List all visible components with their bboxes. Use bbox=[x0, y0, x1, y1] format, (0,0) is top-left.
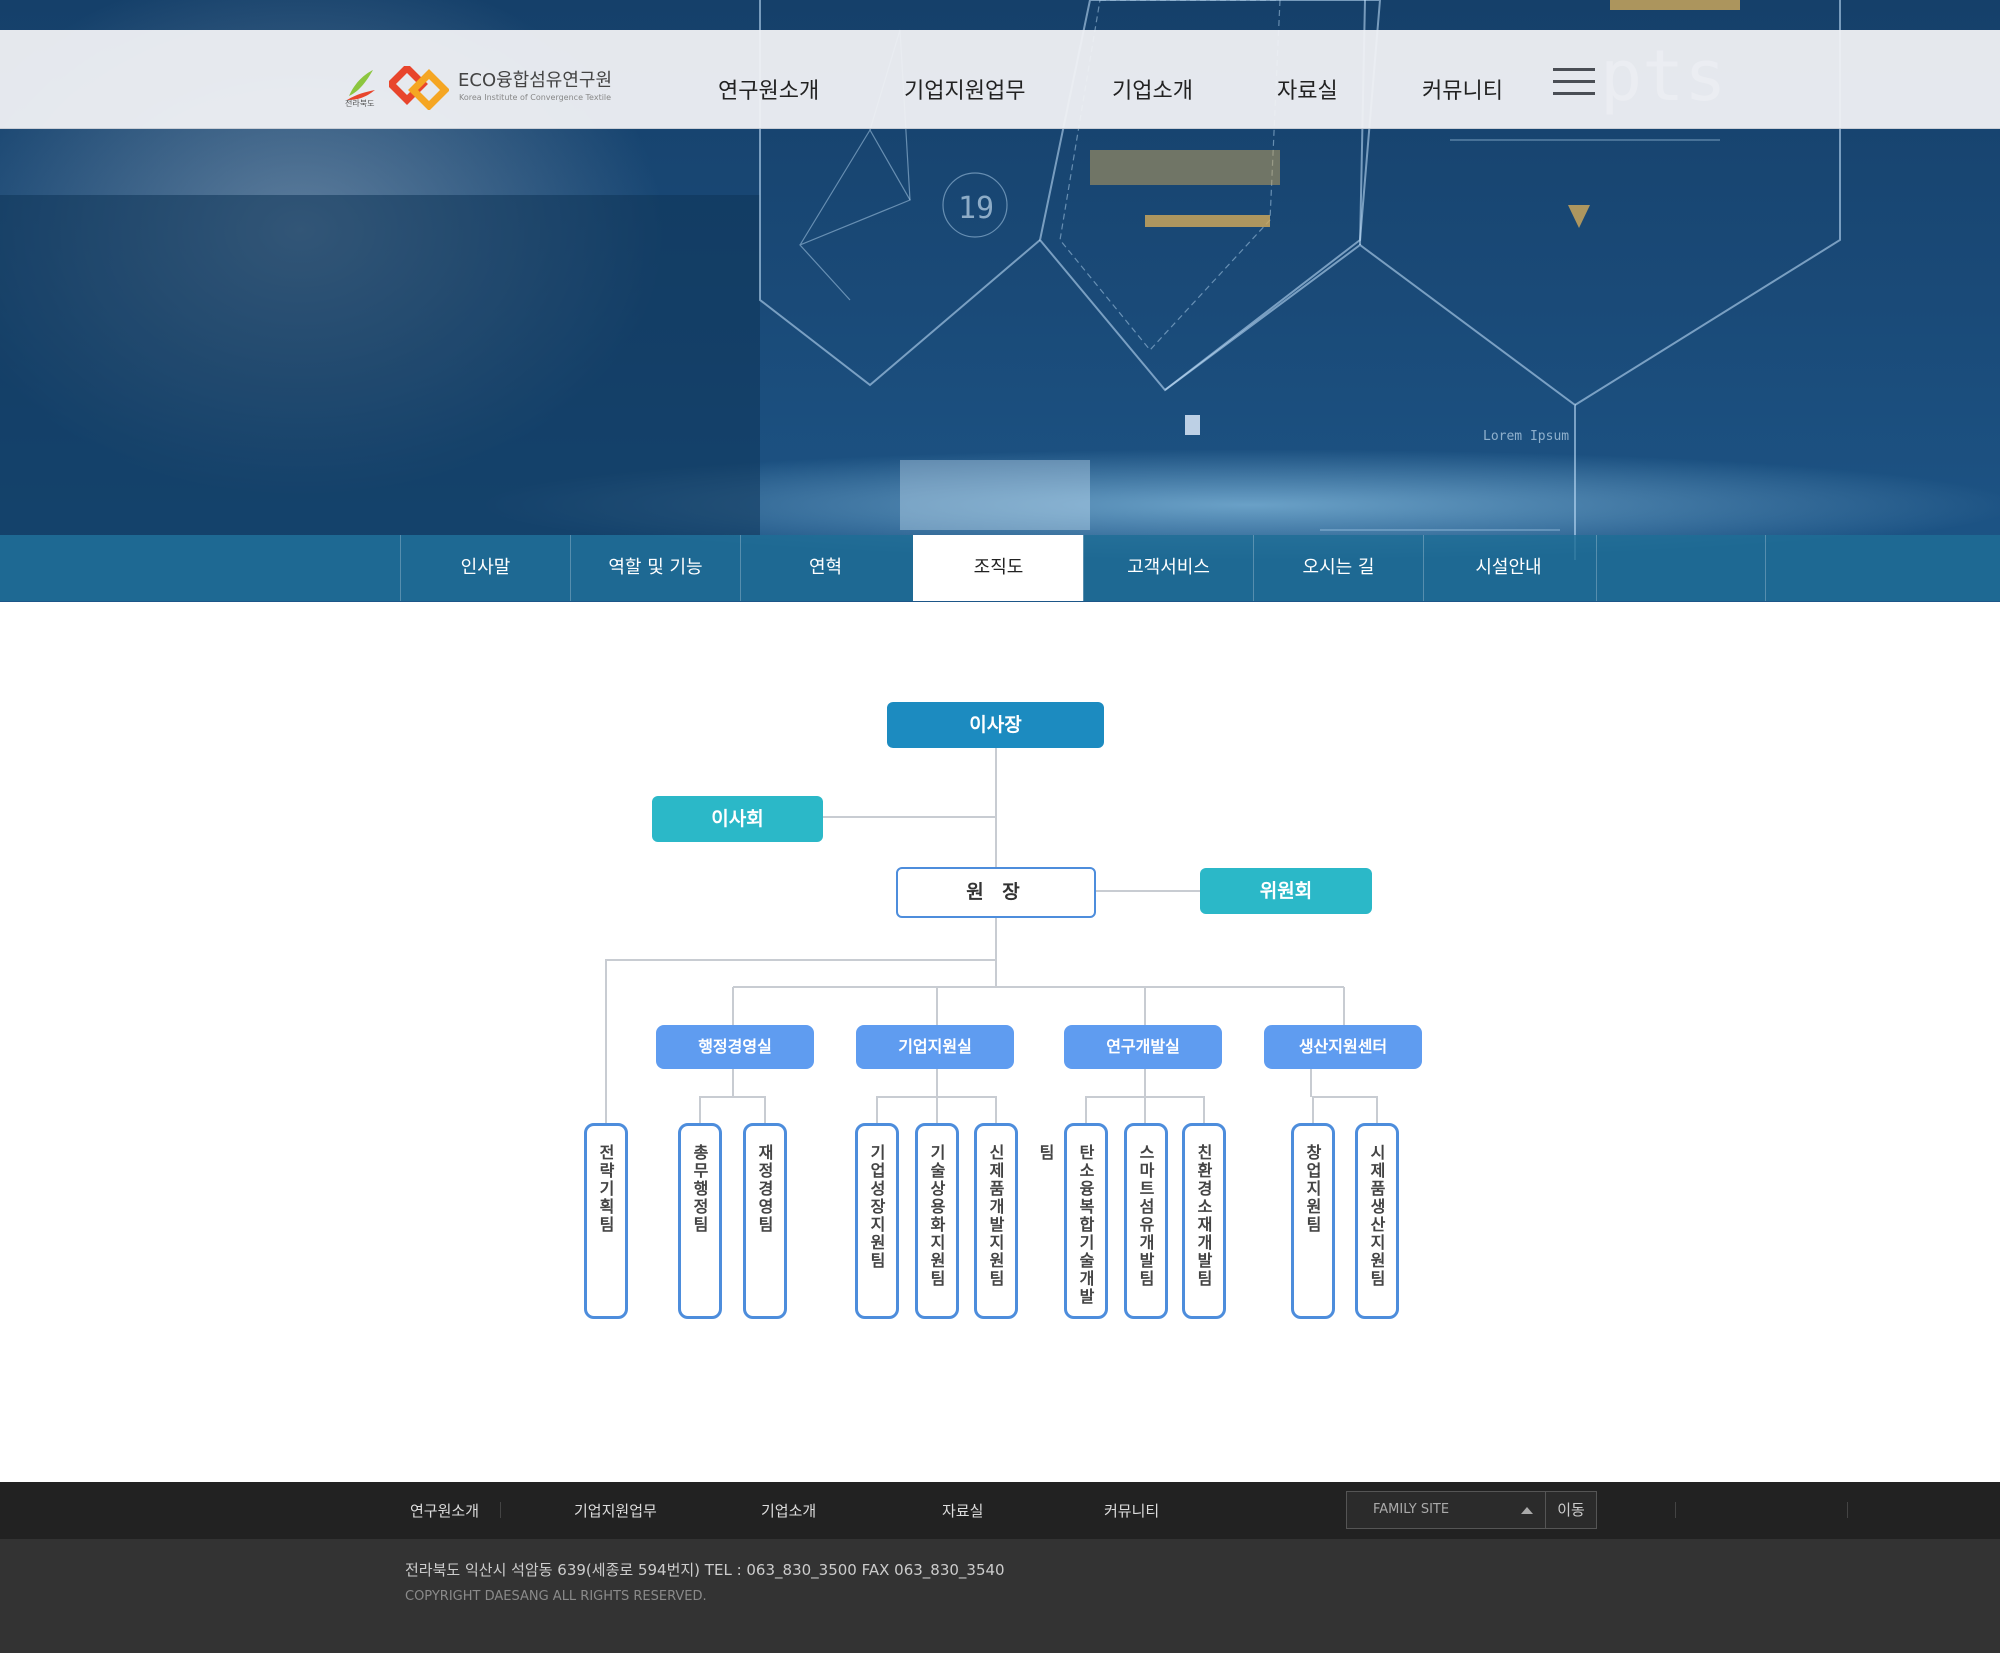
footer-info: 전라북도 익산시 석암동 639(세종로 594번지) TEL : 063_83… bbox=[0, 1539, 2000, 1653]
committee-box: 위원회 bbox=[1200, 868, 1372, 914]
president-box: 원 장 bbox=[896, 867, 1096, 918]
hero-hud-number: 19 bbox=[958, 191, 994, 226]
team-general-admin: 총무행정팀 bbox=[678, 1123, 722, 1319]
dept-rnd: 연구개발실 bbox=[1064, 1025, 1222, 1069]
team-smart-textile: 스마트섬유개발팀 bbox=[1124, 1123, 1168, 1319]
tab-facilities[interactable]: 시설안내 bbox=[1423, 535, 1593, 601]
footer-link-library[interactable]: 자료실 bbox=[942, 1500, 983, 1521]
dept-production: 생산지원센터 bbox=[1264, 1025, 1422, 1069]
brand-subtitle: Korea Institute of Convergence Textile bbox=[459, 93, 612, 102]
hero-hud-label: Lorem Ipsum bbox=[1483, 429, 1569, 444]
family-site-label: FAMILY SITE bbox=[1373, 1502, 1450, 1517]
dept-admin: 행정경영실 bbox=[656, 1025, 814, 1069]
team-strategy: 전략기획팀 bbox=[584, 1123, 628, 1319]
footer-divider bbox=[1847, 1502, 1848, 1518]
sub-navigation: 인사말 역할 및 기능 연혁 조직도 고객서비스 오시는 길 시설안내 bbox=[0, 535, 2000, 601]
team-prototype: 시제품생산지원팀 bbox=[1355, 1123, 1399, 1319]
footer-menu-bar: 연구원소개 기업지원업무 기업소개 자료실 커뮤니티 FAMILY SITE 이… bbox=[0, 1482, 2000, 1539]
footer-link-intro[interactable]: 연구원소개 bbox=[410, 1500, 479, 1521]
footer-link-support[interactable]: 기업지원업무 bbox=[574, 1500, 657, 1521]
tab-history[interactable]: 연혁 bbox=[740, 535, 910, 601]
footer-divider bbox=[500, 1502, 501, 1518]
gnb-item-library[interactable]: 자료실 bbox=[1277, 73, 1338, 105]
gnb-item-support[interactable]: 기업지원업무 bbox=[904, 73, 1025, 105]
tab-empty bbox=[1596, 535, 1766, 601]
team-new-product: 신제품개발지원팀 bbox=[974, 1123, 1018, 1319]
dept-business-support: 기업지원실 bbox=[856, 1025, 1014, 1069]
family-site-select[interactable]: FAMILY SITE bbox=[1346, 1491, 1546, 1529]
brand-name: ECO융합섬유연구원 bbox=[458, 70, 613, 91]
team-commercialization: 기술상용화지원팀 bbox=[915, 1123, 959, 1319]
org-chart: 이사장 이사회 원 장 위원회 행정경영실 기업지원실 연구개발실 생산지원센터… bbox=[0, 602, 2000, 1482]
eco-logo-icon bbox=[389, 66, 449, 110]
footer-link-companies[interactable]: 기업소개 bbox=[761, 1500, 816, 1521]
caret-up-icon bbox=[1521, 1507, 1533, 1514]
board-box: 이사회 bbox=[652, 796, 823, 842]
footer-copyright: COPYRIGHT DAESANG ALL RIGHTS RESERVED. bbox=[405, 1589, 707, 1604]
team-growth-support: 기업성장지원팀 bbox=[855, 1123, 899, 1319]
team-carbon: 탄소융복합기술개발팀 bbox=[1036, 1123, 1108, 1319]
tab-organization[interactable]: 조직도 bbox=[913, 535, 1083, 601]
footer-divider bbox=[1675, 1502, 1676, 1518]
footer-address: 전라북도 익산시 석암동 639(세종로 594번지) TEL : 063_83… bbox=[405, 1561, 1005, 1579]
team-finance: 재정경영팀 bbox=[743, 1123, 787, 1319]
chairman-box: 이사장 bbox=[887, 702, 1104, 748]
tab-customer-service[interactable]: 고객서비스 bbox=[1083, 535, 1253, 601]
province-mark: 전라북도 bbox=[345, 99, 375, 108]
team-startup: 창업지원팀 bbox=[1291, 1123, 1335, 1319]
family-site-go-button[interactable]: 이동 bbox=[1545, 1491, 1597, 1529]
tab-greeting[interactable]: 인사말 bbox=[400, 535, 570, 601]
gnb-item-intro[interactable]: 연구원소개 bbox=[718, 73, 819, 105]
gnb-item-companies[interactable]: 기업소개 bbox=[1112, 73, 1193, 105]
team-eco-material: 친환경소재개발팀 bbox=[1182, 1123, 1226, 1319]
footer-link-community[interactable]: 커뮤니티 bbox=[1104, 1500, 1159, 1521]
tab-roles[interactable]: 역할 및 기능 bbox=[570, 535, 740, 601]
tab-directions[interactable]: 오시는 길 bbox=[1253, 535, 1423, 601]
menu-icon[interactable] bbox=[1553, 68, 1595, 96]
gnb-item-community[interactable]: 커뮤니티 bbox=[1422, 73, 1503, 105]
